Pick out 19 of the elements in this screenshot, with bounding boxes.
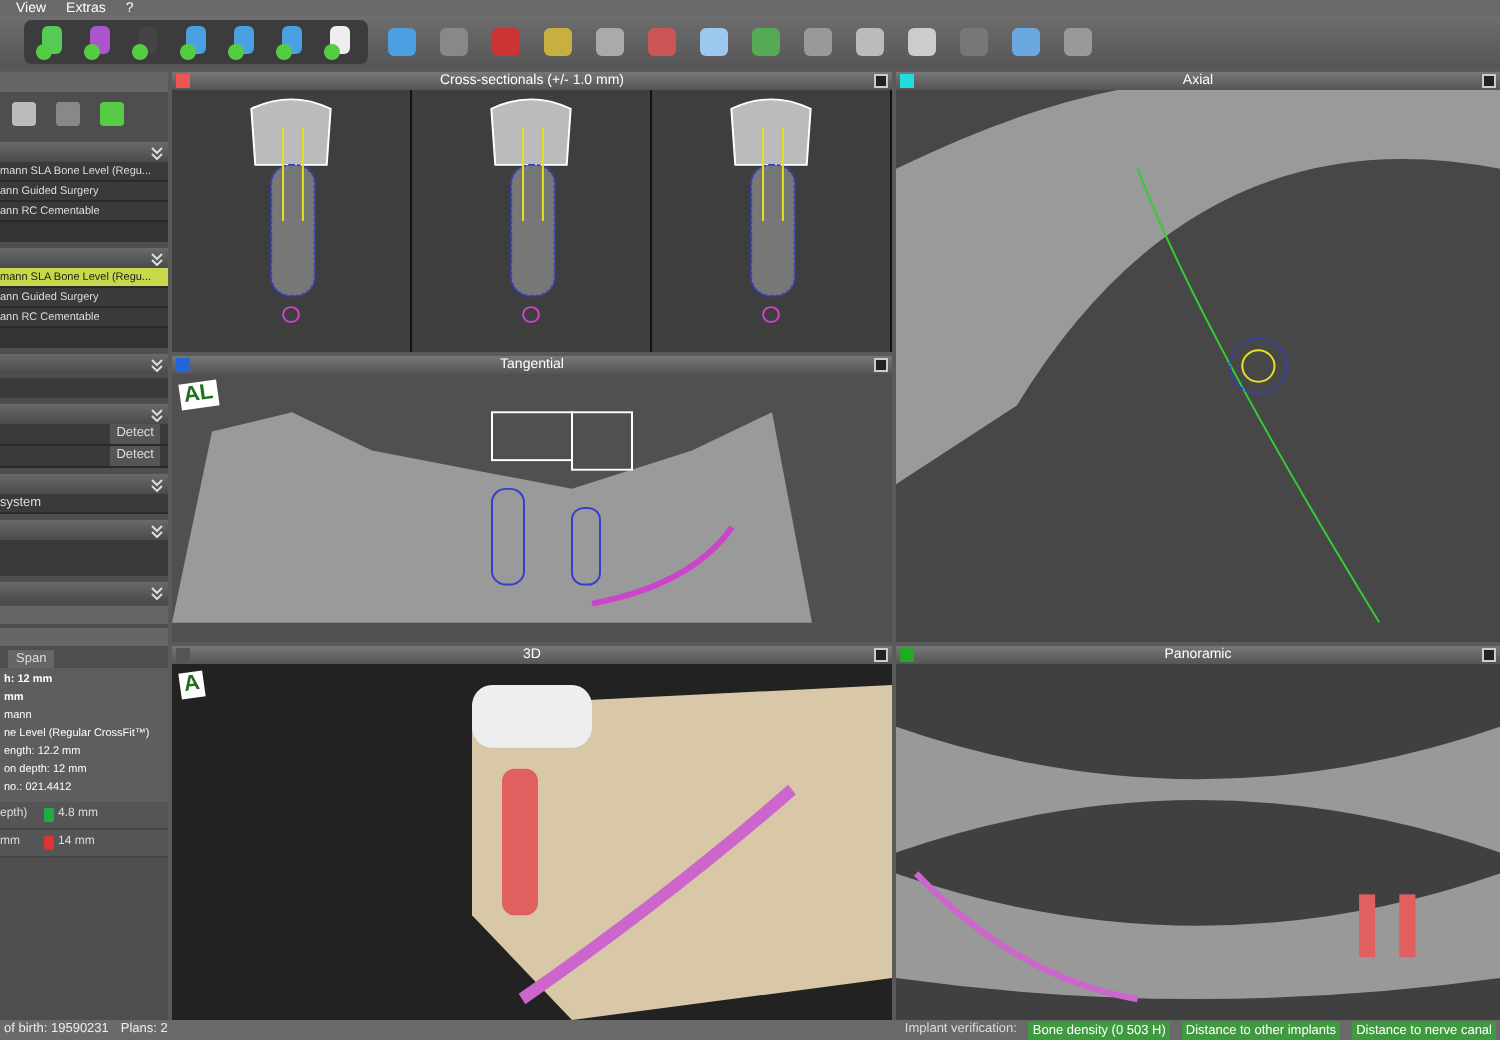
maximize-icon[interactable] xyxy=(874,358,888,372)
action-icon[interactable] xyxy=(8,98,40,130)
tool-icon[interactable] xyxy=(696,24,732,60)
collapse-icon[interactable] xyxy=(150,407,164,421)
collapse-icon[interactable] xyxy=(150,585,164,599)
action-icon[interactable] xyxy=(96,98,128,130)
collapse-icon[interactable] xyxy=(150,523,164,537)
maximize-icon[interactable] xyxy=(874,648,888,662)
collapse-icon[interactable] xyxy=(150,251,164,265)
collapse-icon[interactable] xyxy=(150,357,164,371)
input-field[interactable] xyxy=(0,540,168,576)
collapse-icon[interactable] xyxy=(150,145,164,159)
maximize-icon[interactable] xyxy=(1482,74,1496,88)
collapse-icon[interactable] xyxy=(150,477,164,491)
maximize-icon[interactable] xyxy=(1482,648,1496,662)
tool-icon[interactable] xyxy=(904,24,940,60)
maximize-icon[interactable] xyxy=(874,74,888,88)
action-icon[interactable] xyxy=(52,98,84,130)
input-field[interactable] xyxy=(0,378,168,398)
